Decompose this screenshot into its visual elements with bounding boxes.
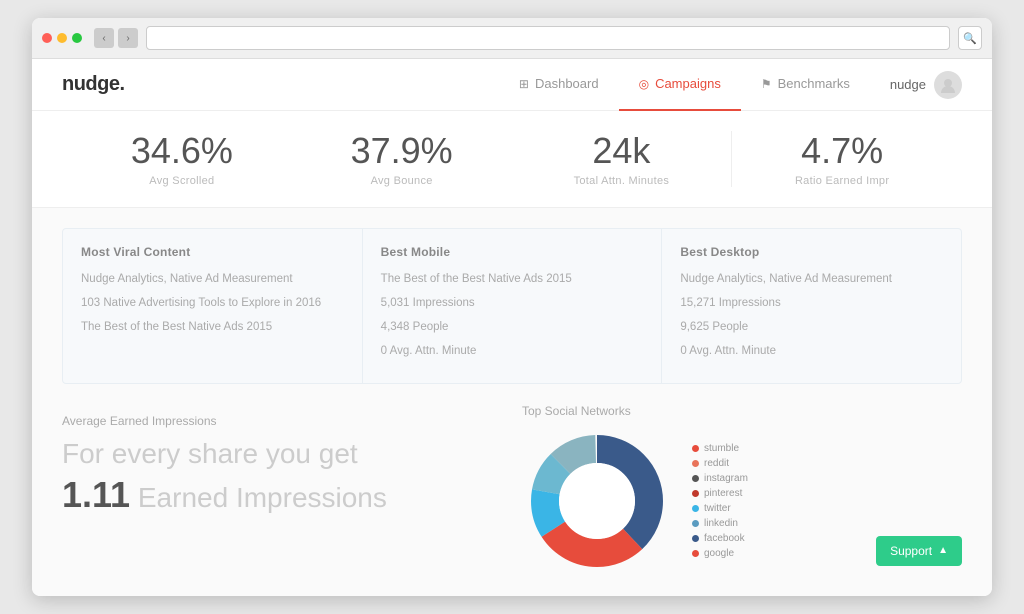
facebook-label: facebook xyxy=(704,533,745,544)
avatar[interactable] xyxy=(934,71,962,99)
campaigns-icon: ◎ xyxy=(639,77,649,91)
stat-total-attn: 24k Total Attn. Minutes xyxy=(512,131,732,187)
impression-highlight: 1.11 xyxy=(62,474,130,515)
nav-benchmarks-label: Benchmarks xyxy=(778,76,850,91)
stats-row: 34.6% Avg Scrolled 37.9% Avg Bounce 24k … xyxy=(32,111,992,208)
instagram-dot xyxy=(692,475,699,482)
viral-item-1-1: 5,031 Impressions xyxy=(381,295,644,311)
minimize-dot[interactable] xyxy=(57,33,67,43)
user-area: nudge xyxy=(890,71,962,99)
stat-value-ratio: 4.7% xyxy=(732,131,952,171)
viral-item-0-2[interactable]: The Best of the Best Native Ads 2015 xyxy=(81,319,344,335)
nav-item-benchmarks[interactable]: ⚑ Benchmarks xyxy=(741,59,870,111)
viral-item-2-1: 15,271 Impressions xyxy=(680,295,943,311)
nav-item-dashboard[interactable]: ⊞ Dashboard xyxy=(499,59,619,111)
viral-item-2-0[interactable]: Nudge Analytics, Native Ad Measurement xyxy=(680,271,943,287)
stat-value-attn: 24k xyxy=(512,131,732,171)
browser-nav: ‹ › xyxy=(94,28,138,48)
browser-search-icon[interactable]: 🔍 xyxy=(958,26,982,50)
best-desktop-title: Best Desktop xyxy=(680,245,943,259)
forward-button[interactable]: › xyxy=(118,28,138,48)
legend-facebook: facebook xyxy=(692,533,748,544)
facebook-dot xyxy=(692,535,699,542)
viral-item-2-2: 9,625 People xyxy=(680,319,943,335)
viral-item-1-0[interactable]: The Best of the Best Native Ads 2015 xyxy=(381,271,644,287)
url-bar[interactable] xyxy=(146,26,950,50)
logo: nudge. xyxy=(62,73,125,96)
stat-avg-bounce: 37.9% Avg Bounce xyxy=(292,131,512,187)
support-label: Support xyxy=(890,544,932,558)
stat-label-attn: Total Attn. Minutes xyxy=(512,175,732,187)
viral-item-2-3: 0 Avg. Attn. Minute xyxy=(680,343,943,359)
legend-pinterest: pinterest xyxy=(692,488,748,499)
stat-label-bounce: Avg Bounce xyxy=(292,175,512,187)
reddit-dot xyxy=(692,460,699,467)
legend-twitter: twitter xyxy=(692,503,748,514)
viral-item-0-1[interactable]: 103 Native Advertising Tools to Explore … xyxy=(81,295,344,311)
google-dot xyxy=(692,550,699,557)
legend-linkedin: linkedin xyxy=(692,518,748,529)
stat-value-scrolled: 34.6% xyxy=(72,131,292,171)
stat-ratio-earned: 4.7% Ratio Earned Impr xyxy=(731,131,952,187)
back-button[interactable]: ‹ xyxy=(94,28,114,48)
impression-text: For every share you get 1.11 Earned Impr… xyxy=(62,436,502,519)
stumble-dot xyxy=(692,445,699,452)
most-viral-title: Most Viral Content xyxy=(81,245,344,259)
viral-item-1-2: 4,348 People xyxy=(381,319,644,335)
legend-reddit: reddit xyxy=(692,458,748,469)
best-mobile-title: Best Mobile xyxy=(381,245,644,259)
stat-avg-scrolled: 34.6% Avg Scrolled xyxy=(72,131,292,187)
bottom-section: Average Earned Impressions For every sha… xyxy=(62,404,962,576)
impression-line1: For every share you get xyxy=(62,438,358,469)
legend-google: google xyxy=(692,548,748,559)
earned-impressions: Average Earned Impressions For every sha… xyxy=(62,404,502,529)
viral-item-0-0[interactable]: Nudge Analytics, Native Ad Measurement xyxy=(81,271,344,287)
content-area: Most Viral Content Nudge Analytics, Nati… xyxy=(32,208,992,596)
instagram-label: instagram xyxy=(704,473,748,484)
impression-line2: Earned Impressions xyxy=(138,482,387,513)
google-label: google xyxy=(704,548,734,559)
top-social-label: Top Social Networks xyxy=(522,404,962,418)
viral-col-best-desktop: Best Desktop Nudge Analytics, Native Ad … xyxy=(662,229,961,383)
viral-col-most-viral: Most Viral Content Nudge Analytics, Nati… xyxy=(63,229,363,383)
username: nudge xyxy=(890,77,926,92)
linkedin-dot xyxy=(692,520,699,527)
support-button[interactable]: Support ▲ xyxy=(876,536,962,566)
viral-item-1-3: 0 Avg. Attn. Minute xyxy=(381,343,644,359)
donut-chart xyxy=(522,426,672,576)
social-legend: stumble reddit instagram xyxy=(692,443,748,559)
benchmarks-icon: ⚑ xyxy=(761,77,772,91)
viral-table: Most Viral Content Nudge Analytics, Nati… xyxy=(62,228,962,384)
maximize-dot[interactable] xyxy=(72,33,82,43)
viral-col-best-mobile: Best Mobile The Best of the Best Native … xyxy=(363,229,663,383)
nav-campaigns-label: Campaigns xyxy=(655,76,721,91)
earned-impressions-label: Average Earned Impressions xyxy=(62,414,502,428)
pinterest-dot xyxy=(692,490,699,497)
legend-stumble: stumble xyxy=(692,443,748,454)
reddit-label: reddit xyxy=(704,458,729,469)
stumble-label: stumble xyxy=(704,443,739,454)
stat-label-ratio: Ratio Earned Impr xyxy=(732,175,952,187)
pinterest-label: pinterest xyxy=(704,488,742,499)
nav-dashboard-label: Dashboard xyxy=(535,76,599,91)
dashboard-icon: ⊞ xyxy=(519,77,529,91)
support-arrow-icon: ▲ xyxy=(938,545,948,556)
twitter-dot xyxy=(692,505,699,512)
linkedin-label: linkedin xyxy=(704,518,738,529)
browser-dots xyxy=(42,33,82,43)
stat-label-scrolled: Avg Scrolled xyxy=(72,175,292,187)
stat-value-bounce: 37.9% xyxy=(292,131,512,171)
nav-items: ⊞ Dashboard ◎ Campaigns ⚑ Benchmarks xyxy=(499,59,870,111)
nav-item-campaigns[interactable]: ◎ Campaigns xyxy=(619,59,741,111)
twitter-label: twitter xyxy=(704,503,731,514)
top-nav: nudge. ⊞ Dashboard ◎ Campaigns ⚑ Benchma… xyxy=(32,59,992,111)
legend-instagram: instagram xyxy=(692,473,748,484)
close-dot[interactable] xyxy=(42,33,52,43)
